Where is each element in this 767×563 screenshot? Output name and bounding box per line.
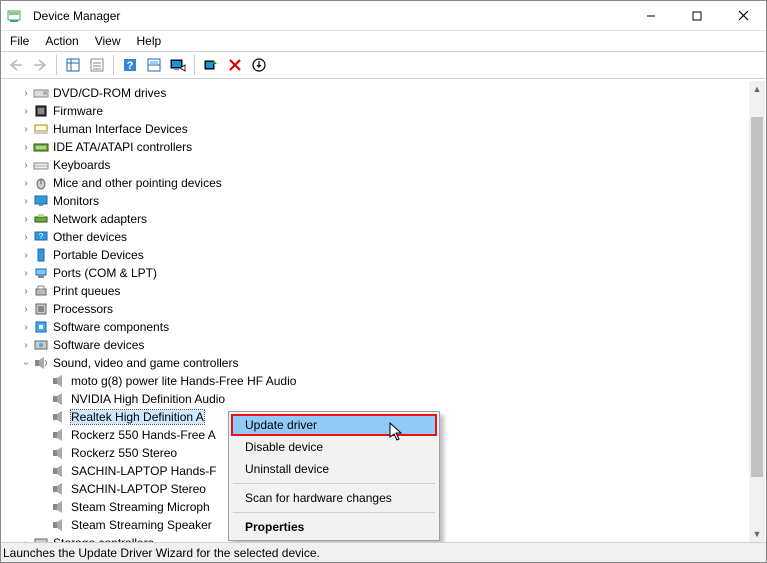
update-driver-button[interactable] [143, 54, 165, 76]
chevron-right-icon[interactable]: › [19, 214, 33, 225]
window-title: Device Manager [33, 9, 120, 23]
minimize-button[interactable] [628, 1, 674, 31]
speaker-icon [51, 373, 67, 389]
cpu-icon [33, 301, 49, 317]
chevron-right-icon[interactable]: › [19, 142, 33, 153]
chevron-right-icon[interactable]: › [19, 340, 33, 351]
uninstall-device-button[interactable] [224, 54, 246, 76]
ctx-separator [233, 483, 435, 484]
menu-action[interactable]: Action [44, 32, 79, 50]
status-text: Launches the Update Driver Wizard for th… [3, 546, 320, 560]
portable-device-icon [33, 247, 49, 263]
ctx-uninstall-device[interactable]: Uninstall device [231, 458, 437, 480]
tree-node-swcomp[interactable]: › Software components [1, 318, 766, 336]
svg-text:?: ? [39, 232, 44, 241]
forward-button[interactable] [29, 54, 51, 76]
tree-node-ports[interactable]: › Ports (COM & LPT) [1, 264, 766, 282]
menu-file[interactable]: File [9, 32, 30, 50]
tree-node-printq[interactable]: › Print queues [1, 282, 766, 300]
monitor-icon [33, 193, 49, 209]
tree-node-mice[interactable]: › Mice and other pointing devices [1, 174, 766, 192]
ctx-disable-device[interactable]: Disable device [231, 436, 437, 458]
speaker-icon [33, 355, 49, 371]
mouse-icon [33, 175, 49, 191]
maximize-button[interactable] [674, 1, 720, 31]
tree-node-processors[interactable]: › Processors [1, 300, 766, 318]
chevron-down-icon[interactable]: › [21, 356, 32, 370]
speaker-icon [51, 463, 67, 479]
chevron-right-icon[interactable]: › [19, 250, 33, 261]
tree-node-moto[interactable]: moto g(8) power lite Hands-Free HF Audio [1, 372, 766, 390]
tree-node-keyboards[interactable]: › Keyboards [1, 156, 766, 174]
status-bar: Launches the Update Driver Wizard for th… [1, 542, 766, 562]
help-button[interactable]: ? [119, 54, 141, 76]
software-component-icon [33, 319, 49, 335]
ctx-separator [233, 512, 435, 513]
speaker-icon [51, 517, 67, 533]
tree-node-sound[interactable]: › Sound, video and game controllers [1, 354, 766, 372]
chevron-right-icon[interactable]: › [19, 160, 33, 171]
port-icon [33, 265, 49, 281]
titlebar: Device Manager [1, 1, 766, 31]
hid-icon [33, 121, 49, 137]
menu-help[interactable]: Help [136, 32, 163, 50]
tree-node-network[interactable]: › Network adapters [1, 210, 766, 228]
scroll-up-button[interactable]: ▲ [749, 81, 765, 97]
speaker-icon [51, 427, 67, 443]
ide-icon [33, 139, 49, 155]
chevron-right-icon[interactable]: › [19, 124, 33, 135]
ctx-properties[interactable]: Properties [231, 516, 437, 538]
tree-node-hid[interactable]: › Human Interface Devices [1, 120, 766, 138]
menubar: File Action View Help [1, 31, 766, 51]
chevron-right-icon[interactable]: › [19, 268, 33, 279]
enable-device-button[interactable] [248, 54, 270, 76]
scan-hardware-button[interactable] [200, 54, 222, 76]
speaker-icon [51, 481, 67, 497]
svg-text:?: ? [127, 60, 134, 72]
disable-device-button[interactable] [167, 54, 189, 76]
unknown-device-icon: ? [33, 229, 49, 245]
properties-button[interactable] [86, 54, 108, 76]
keyboard-icon [33, 157, 49, 173]
speaker-icon [51, 445, 67, 461]
ctx-update-driver[interactable]: Update driver [231, 414, 437, 436]
printer-icon [33, 283, 49, 299]
tree-node-swdev[interactable]: › Software devices [1, 336, 766, 354]
toolbar: ? [1, 51, 766, 79]
chevron-right-icon[interactable]: › [19, 178, 33, 189]
network-icon [33, 211, 49, 227]
chevron-right-icon[interactable]: › [19, 196, 33, 207]
tree-node-dvd[interactable]: › DVD/CD-ROM drives [1, 84, 766, 102]
chevron-right-icon[interactable]: › [19, 322, 33, 333]
context-menu: Update driver Disable device Uninstall d… [228, 411, 440, 541]
show-hide-tree-button[interactable] [62, 54, 84, 76]
tree-node-monitors[interactable]: › Monitors [1, 192, 766, 210]
app-icon [7, 8, 23, 24]
speaker-icon [51, 499, 67, 515]
scroll-down-button[interactable]: ▼ [749, 526, 765, 542]
chevron-right-icon[interactable]: › [19, 106, 33, 117]
chevron-right-icon[interactable]: › [19, 304, 33, 315]
vertical-scrollbar[interactable]: ▲ ▼ [749, 81, 765, 542]
menu-view[interactable]: View [94, 32, 122, 50]
back-button[interactable] [5, 54, 27, 76]
tree-node-firmware[interactable]: › Firmware [1, 102, 766, 120]
speaker-icon [51, 391, 67, 407]
chip-icon [33, 103, 49, 119]
window-controls [628, 1, 766, 31]
speaker-icon [51, 409, 67, 425]
close-button[interactable] [720, 1, 766, 31]
tree-node-other[interactable]: › ? Other devices [1, 228, 766, 246]
tree-node-nvidia[interactable]: NVIDIA High Definition Audio [1, 390, 766, 408]
chevron-right-icon[interactable]: › [19, 232, 33, 243]
chevron-right-icon[interactable]: › [19, 88, 33, 99]
scroll-thumb[interactable] [751, 117, 763, 477]
ctx-scan-hardware[interactable]: Scan for hardware changes [231, 487, 437, 509]
tree-node-portable[interactable]: › Portable Devices [1, 246, 766, 264]
software-device-icon [33, 337, 49, 353]
chevron-right-icon[interactable]: › [19, 286, 33, 297]
tree-node-ide[interactable]: › IDE ATA/ATAPI controllers [1, 138, 766, 156]
dvd-drive-icon [33, 85, 49, 101]
